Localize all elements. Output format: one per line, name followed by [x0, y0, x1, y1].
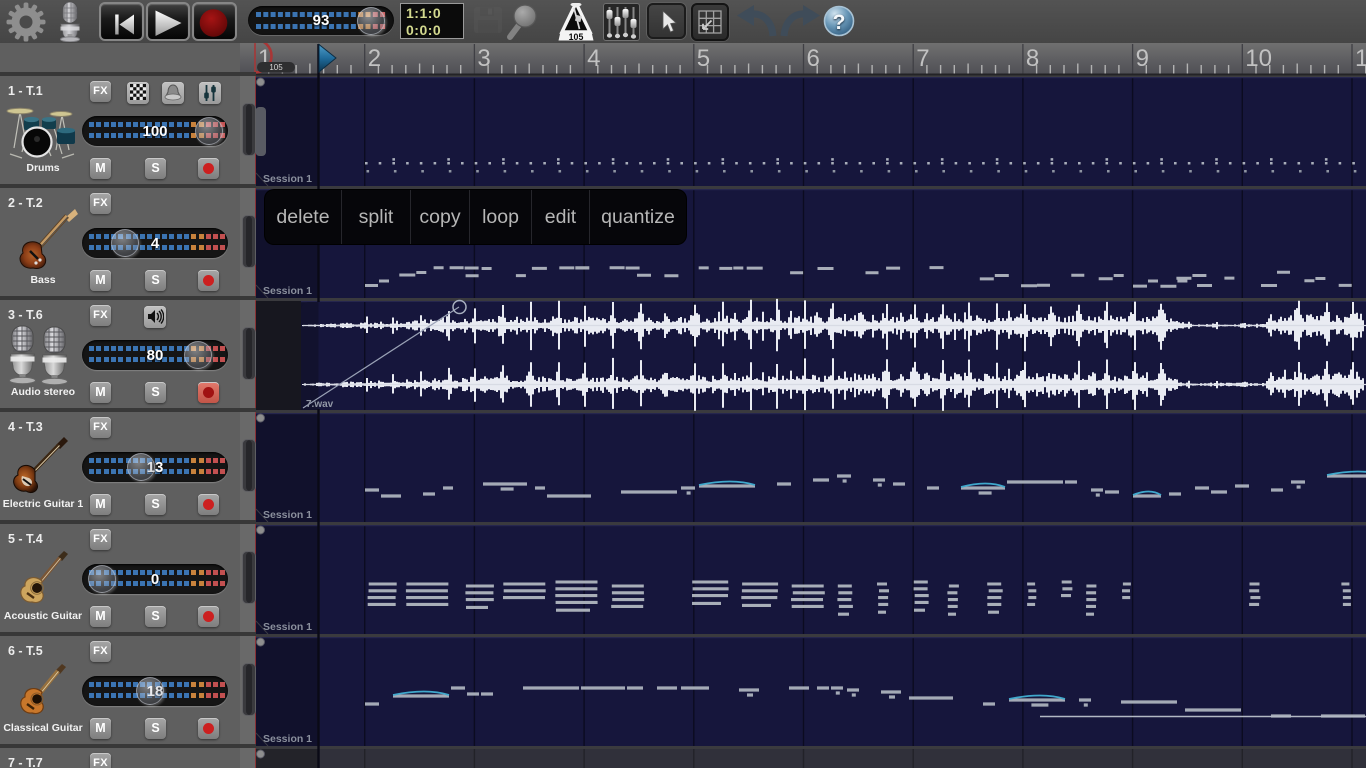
svg-text:Session 1: Session 1 — [263, 509, 312, 521]
svg-text:10: 10 — [1245, 45, 1272, 72]
svg-text:7: 7 — [916, 45, 929, 72]
svg-text:6: 6 — [807, 45, 820, 72]
svg-text:Session 1: Session 1 — [263, 733, 312, 745]
svg-text:Session 1: Session 1 — [263, 285, 312, 297]
svg-text:Session 1: Session 1 — [263, 621, 312, 633]
svg-text:4: 4 — [587, 45, 600, 72]
svg-text:2: 2 — [368, 45, 381, 72]
svg-text:?: ? — [833, 11, 846, 34]
svg-text:3: 3 — [477, 45, 490, 72]
svg-text:9: 9 — [1136, 45, 1149, 72]
svg-text:5: 5 — [697, 45, 710, 72]
svg-text:105: 105 — [269, 63, 283, 72]
svg-text:105: 105 — [569, 32, 584, 41]
svg-text:8: 8 — [1026, 45, 1039, 72]
svg-text:7.wav: 7.wav — [306, 399, 334, 410]
svg-text:11: 11 — [1355, 45, 1366, 72]
svg-text:Session 1: Session 1 — [263, 173, 312, 185]
